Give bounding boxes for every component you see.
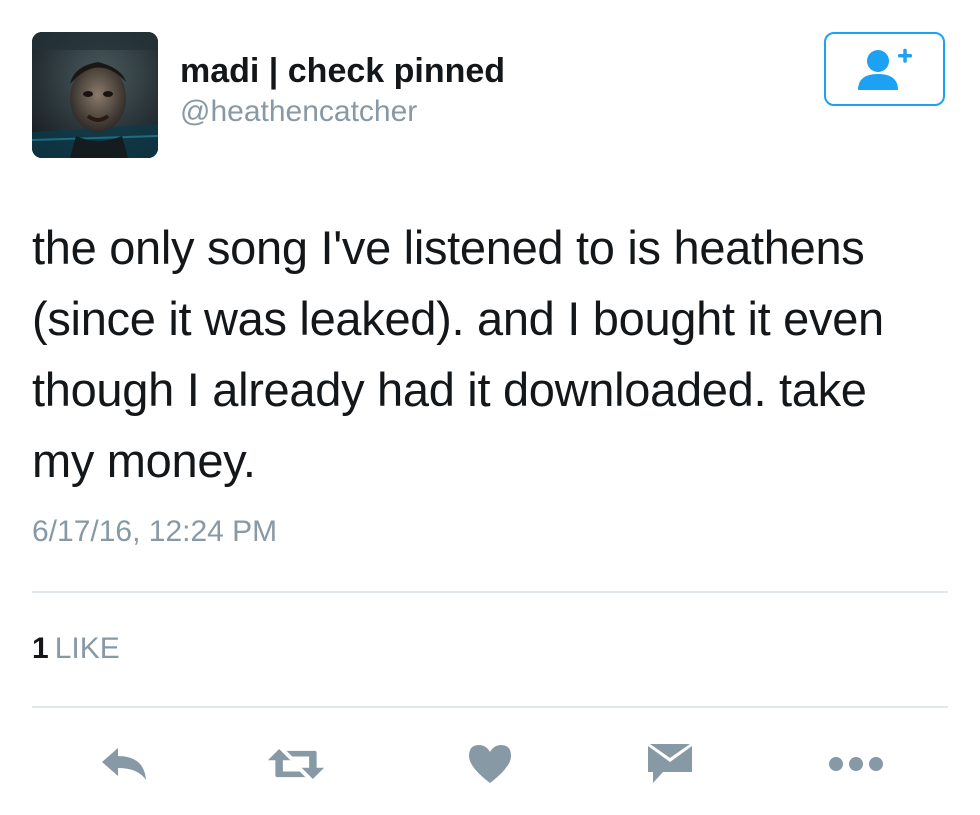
more-button[interactable] [826, 738, 886, 790]
avatar[interactable] [32, 32, 158, 158]
like-label: LIKE [54, 632, 120, 665]
profile-photo-icon [32, 32, 158, 158]
tweet-text-line: the only song I've listened to is heathe… [32, 221, 865, 274]
divider [32, 706, 948, 708]
retweet-icon [267, 749, 325, 779]
divider [32, 591, 948, 593]
add-user-icon [857, 48, 912, 90]
reply-button[interactable] [94, 738, 154, 790]
reply-icon [102, 748, 146, 780]
user-handle[interactable]: @heathencatcher [180, 95, 417, 129]
display-name[interactable]: madi | check pinned [180, 52, 505, 91]
tweet-text-line: (since it was leaked). and I bought it e… [32, 292, 884, 345]
follow-button[interactable] [824, 32, 945, 106]
retweet-button[interactable] [266, 738, 326, 790]
tweet-timestamp[interactable]: 6/17/16, 12:24 PM [32, 515, 277, 549]
like-count-link[interactable]: 1 LIKE [32, 632, 120, 666]
tweet-text-line: though I already had it downloaded. take [32, 363, 867, 416]
like-count: 1 [32, 632, 49, 665]
like-button[interactable] [460, 738, 520, 790]
tweet-text-line: my money. [32, 434, 256, 487]
envelope-icon [648, 744, 692, 783]
tweet-text: the only song I've listened to is heathe… [32, 212, 952, 496]
more-icon [829, 757, 883, 771]
heart-icon [469, 745, 511, 783]
direct-message-button[interactable] [640, 738, 700, 790]
